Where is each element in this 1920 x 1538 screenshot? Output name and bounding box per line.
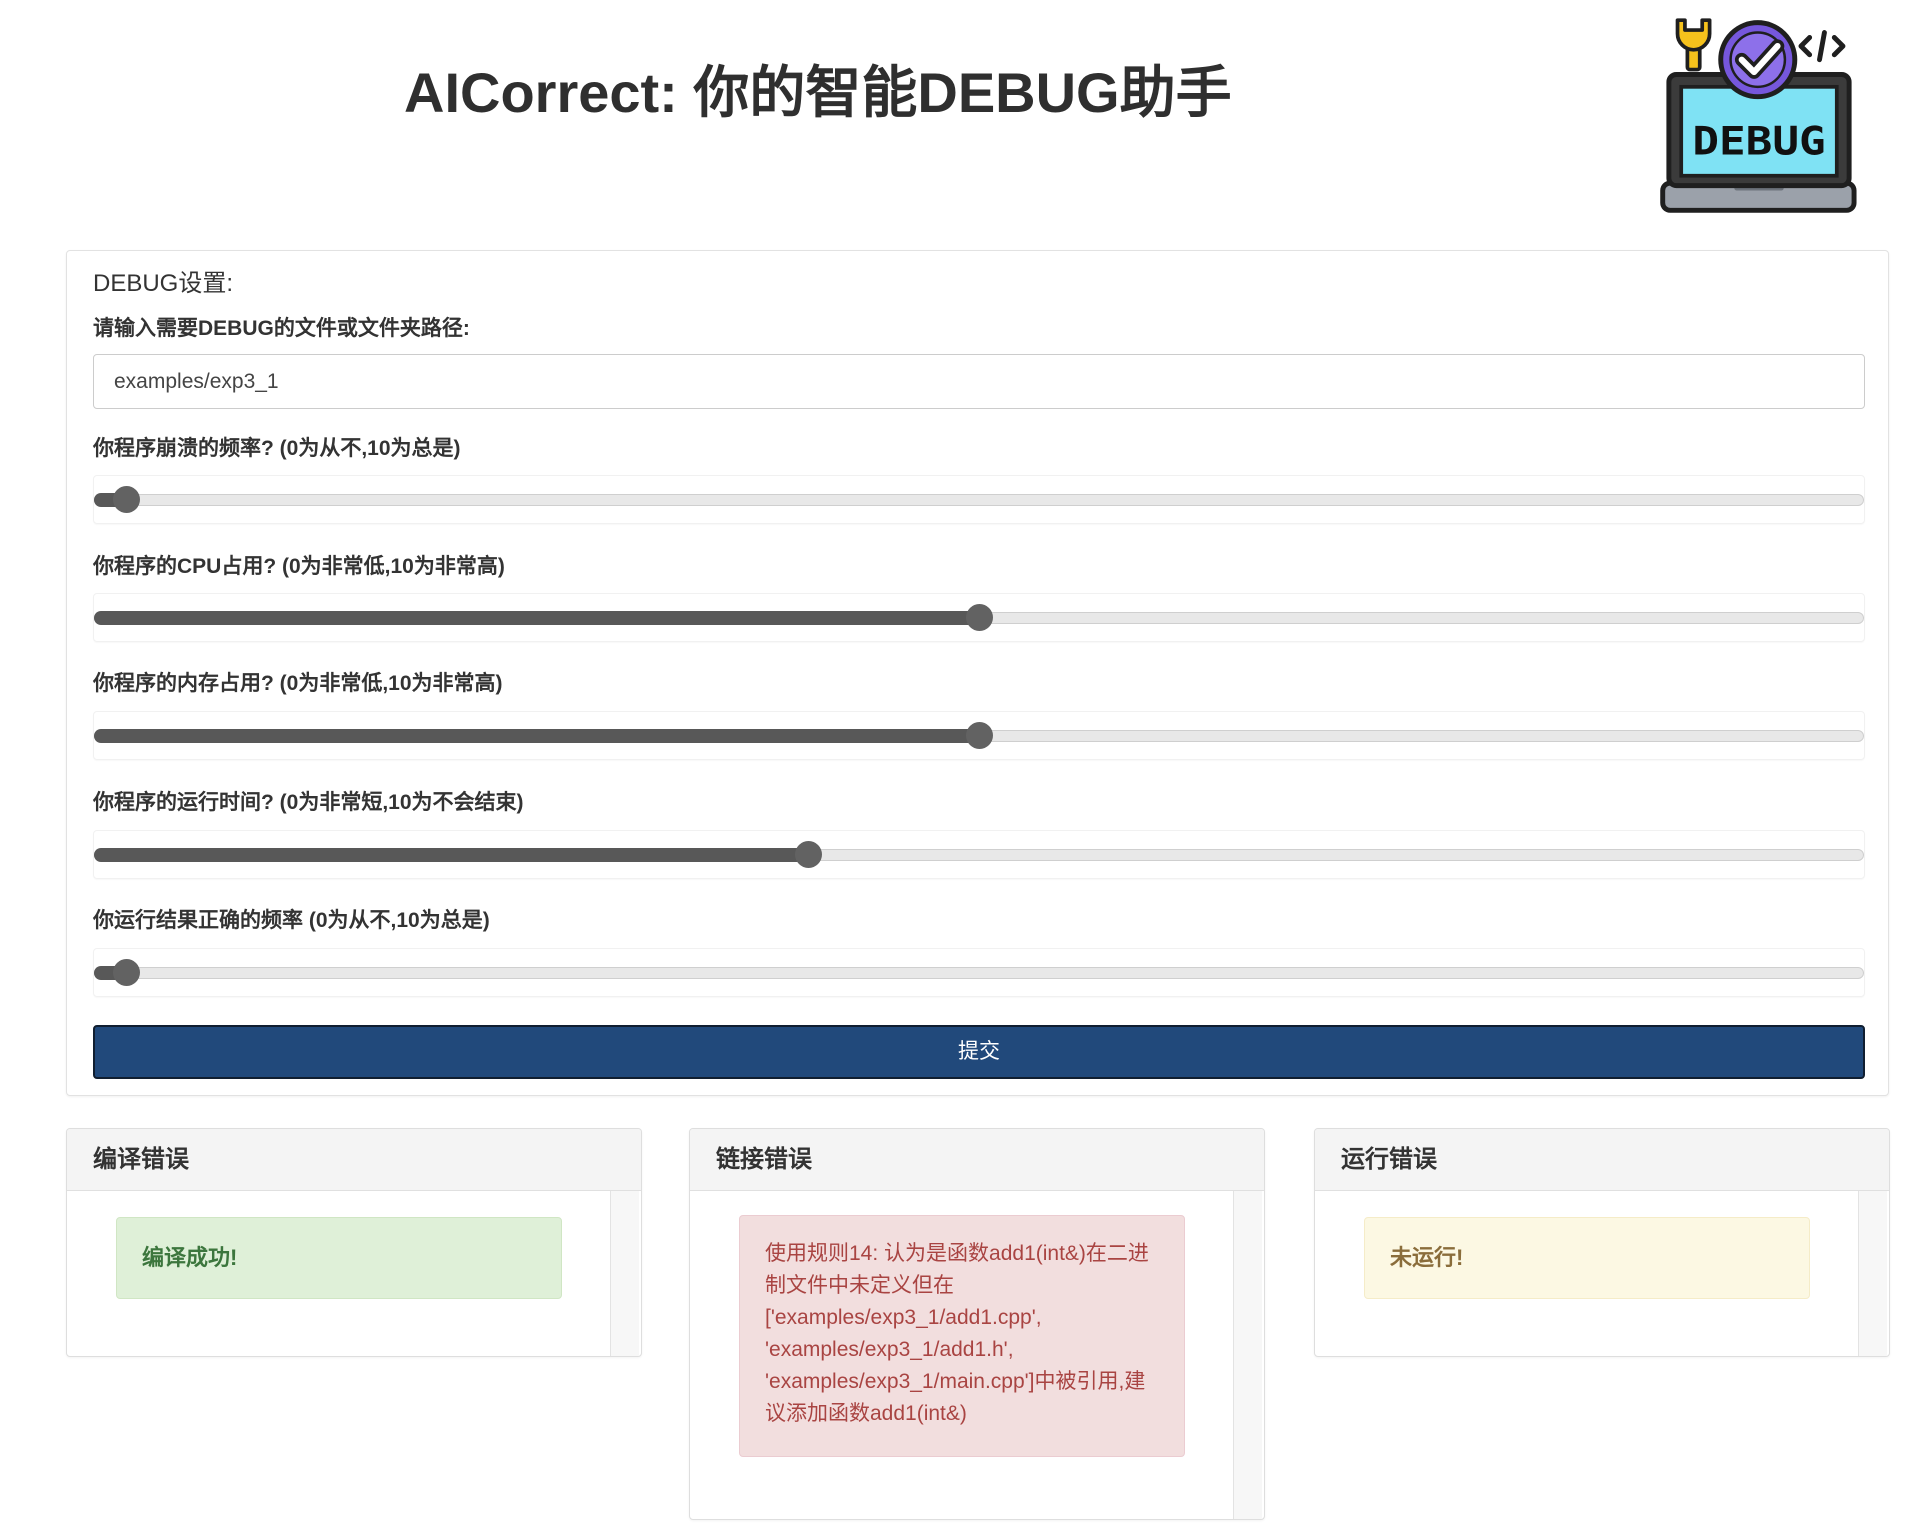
slider-fill — [94, 848, 809, 862]
logo-text: DEBUG — [1692, 119, 1825, 165]
panel-title: 运行错误 — [1341, 1146, 1437, 1173]
scrollbar[interactable] — [1858, 1191, 1887, 1356]
link-status-alert: 使用规则14: 认为是函数add1(int&)在二进制文件中未定义但在['exa… — [739, 1215, 1185, 1457]
memory-usage-slider[interactable] — [93, 711, 1865, 760]
slider-thumb[interactable] — [965, 722, 993, 749]
slider-fill — [94, 729, 979, 743]
debug-laptop-icon: DEBUG — [1660, 18, 1857, 213]
run-time-slider[interactable] — [93, 830, 1865, 879]
link-error-panel: 链接错误 使用规则14: 认为是函数add1(int&)在二进制文件中未定义但在… — [689, 1128, 1265, 1520]
run-time-label: 你程序的运行时间? (0为非常短,10为不会结束) — [93, 791, 524, 814]
runtime-error-panel: 运行错误 未运行! — [1314, 1128, 1890, 1357]
submit-button[interactable]: 提交 — [93, 1025, 1865, 1079]
crash-frequency-label: 你程序崩溃的频率? (0为从不,10为总是) — [93, 437, 461, 460]
check-circle-icon — [1718, 20, 1798, 100]
wrench-icon — [1675, 18, 1712, 72]
scrollbar[interactable] — [1233, 1191, 1262, 1519]
page-title: AICorrect: 你的智能DEBUG助手 — [404, 61, 1232, 124]
compile-error-panel: 编译错误 编译成功! — [66, 1128, 642, 1357]
slider-track[interactable] — [94, 967, 1864, 979]
panel-title: 链接错误 — [716, 1146, 812, 1173]
compile-status-alert: 编译成功! — [116, 1217, 562, 1299]
slider-thumb[interactable] — [112, 959, 140, 986]
crash-frequency-slider[interactable] — [93, 475, 1865, 524]
slider-thumb[interactable] — [794, 841, 822, 868]
settings-heading: DEBUG设置: — [93, 270, 234, 297]
panel-header: 运行错误 — [1315, 1129, 1889, 1191]
slider-track[interactable] — [94, 494, 1864, 506]
scrollbar[interactable] — [610, 1191, 639, 1356]
panel-title: 编译错误 — [93, 1146, 189, 1173]
correct-frequency-label: 你运行结果正确的频率 (0为从不,10为总是) — [93, 909, 490, 932]
cpu-usage-slider[interactable] — [93, 593, 1865, 642]
slider-fill — [94, 611, 979, 625]
slider-thumb[interactable] — [965, 604, 993, 631]
panel-header: 编译错误 — [67, 1129, 641, 1191]
debug-settings-panel: DEBUG设置: 请输入需要DEBUG的文件或文件夹路径: 你程序崩溃的频率? … — [66, 250, 1889, 1096]
panel-header: 链接错误 — [690, 1129, 1264, 1191]
memory-usage-label: 你程序的内存占用? (0为非常低,10为非常高) — [93, 672, 503, 695]
path-label: 请输入需要DEBUG的文件或文件夹路径: — [93, 317, 470, 340]
slider-thumb[interactable] — [112, 486, 140, 513]
cpu-usage-label: 你程序的CPU占用? (0为非常低,10为非常高) — [93, 555, 505, 578]
correct-frequency-slider[interactable] — [93, 948, 1865, 997]
path-input[interactable] — [93, 354, 1865, 409]
runtime-status-alert: 未运行! — [1364, 1217, 1810, 1299]
code-icon — [1798, 30, 1846, 63]
